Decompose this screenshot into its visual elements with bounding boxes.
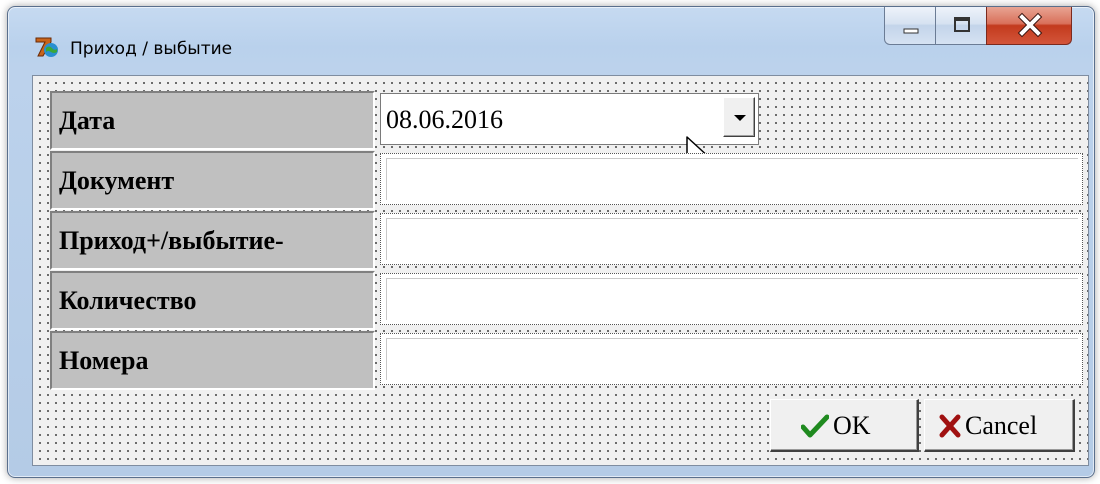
maximize-button[interactable] (935, 7, 987, 45)
label-cell-numbers: Номера (50, 331, 375, 390)
label-quantity: Количество (59, 286, 197, 315)
row-in-out: Приход+/выбытие- (50, 211, 1096, 271)
date-value: 08.06.2016 (386, 105, 503, 134)
label-numbers: Номера (59, 346, 149, 375)
row-document: Документ (50, 151, 1096, 211)
document-field[interactable] (380, 153, 1083, 205)
label-cell-document: Документ (50, 151, 375, 210)
row-quantity: Количество (50, 271, 1096, 331)
form-client-area: Дата 08.06.2016 Документ Приход+/выбытие… (32, 75, 1089, 466)
quantity-field[interactable] (380, 273, 1083, 325)
document-input[interactable] (386, 158, 1078, 200)
window-title: Приход / выбытие (70, 39, 233, 59)
label-cell-date: Дата (50, 91, 375, 150)
minimize-icon (903, 28, 919, 34)
maximize-icon (954, 17, 970, 32)
label-in-out: Приход+/выбытие- (59, 226, 284, 255)
in-out-field[interactable] (380, 213, 1083, 265)
label-document: Документ (59, 166, 175, 195)
x-icon (939, 414, 961, 438)
window: Приход / выбытие Дата 08.06.2016 Докумен… (7, 6, 1095, 478)
close-icon (1017, 12, 1043, 38)
close-button[interactable] (986, 7, 1072, 45)
check-icon (801, 414, 829, 438)
cancel-button[interactable]: Cancel (924, 399, 1075, 452)
label-date: Дата (59, 106, 116, 135)
form-grid: Дата 08.06.2016 Документ Приход+/выбытие… (50, 91, 1096, 391)
minimize-button[interactable] (884, 7, 936, 45)
cancel-label: Cancel (965, 411, 1038, 440)
ok-label: OK (833, 411, 871, 440)
label-cell-quantity: Количество (50, 271, 375, 330)
row-date: Дата 08.06.2016 (50, 91, 1096, 176)
label-cell-in-out: Приход+/выбытие- (50, 211, 375, 270)
ok-button[interactable]: OK (770, 399, 919, 452)
numbers-input[interactable] (386, 338, 1078, 380)
date-dropdown-button[interactable] (723, 97, 755, 137)
app-icon (35, 37, 58, 57)
quantity-input[interactable] (386, 278, 1078, 320)
caption-buttons (884, 7, 1080, 47)
title-bar[interactable]: Приход / выбытие (8, 7, 1094, 67)
in-out-input[interactable] (386, 218, 1078, 260)
row-numbers: Номера (50, 331, 1096, 391)
numbers-field[interactable] (380, 333, 1083, 385)
chevron-down-icon (734, 115, 746, 121)
